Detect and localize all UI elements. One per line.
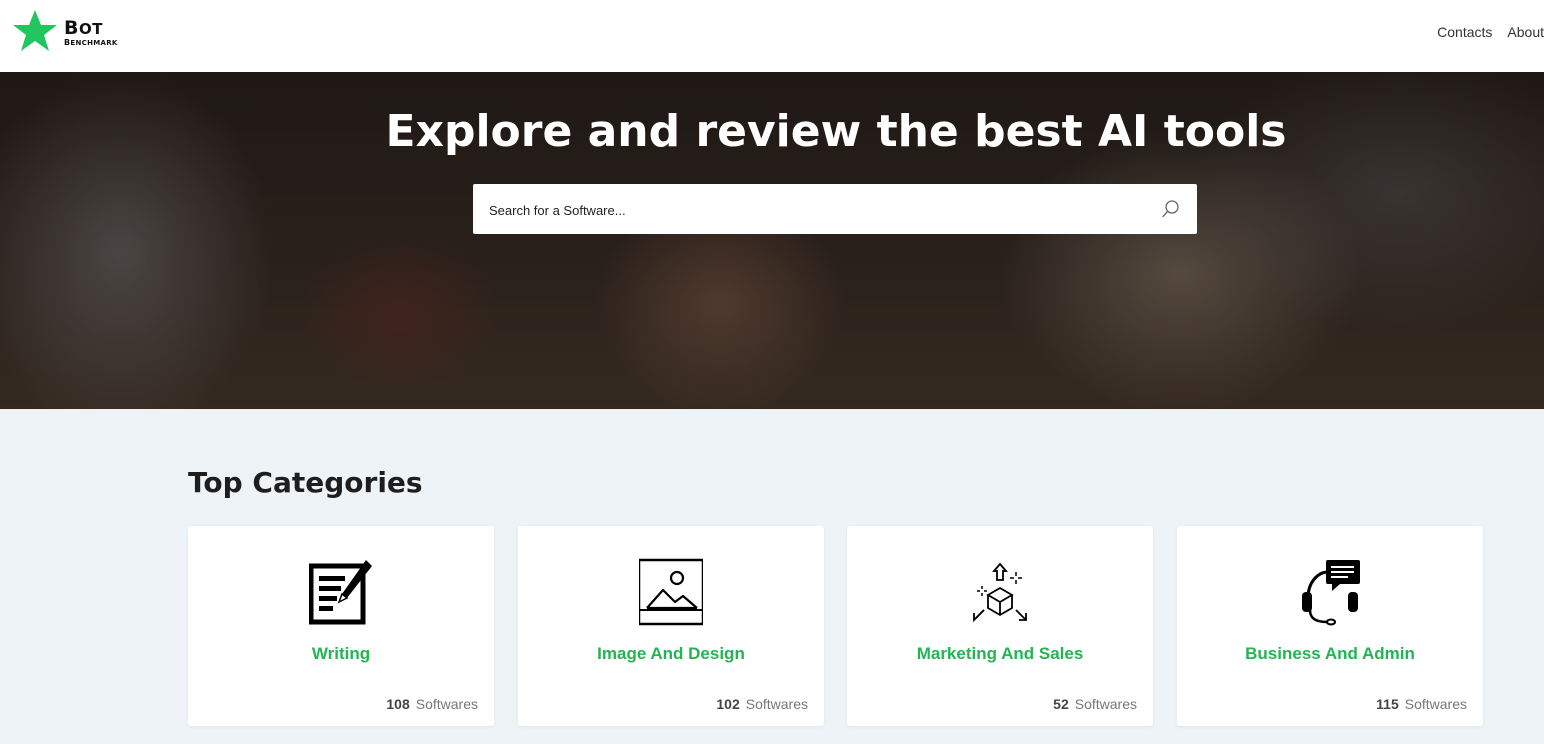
- search-icon[interactable]: [1161, 199, 1181, 219]
- category-card-business-and-admin[interactable]: Business And Admin 115 Softwares: [1177, 526, 1483, 726]
- logo-text-top: BOT: [64, 17, 103, 39]
- nav-about-link[interactable]: About: [1507, 24, 1544, 40]
- count-unit: Softwares: [415, 696, 478, 712]
- category-count: 52 Softwares: [1053, 696, 1137, 712]
- top-nav: Contacts About: [1437, 24, 1544, 40]
- image-icon: [639, 558, 703, 626]
- category-label: Writing: [311, 644, 371, 663]
- search-box: [473, 184, 1197, 236]
- hero-title: Explore and review the best AI tools: [385, 106, 1287, 157]
- search-input[interactable]: [487, 184, 1151, 236]
- category-card-writing[interactable]: Writing 108 Softwares: [188, 526, 494, 726]
- category-label: Image And Design: [597, 644, 745, 663]
- category-count: 115 Softwares: [1376, 696, 1467, 712]
- category-label: Marketing And Sales: [916, 644, 1084, 663]
- hero-banner: Explore and review the best AI tools: [0, 72, 1544, 409]
- count-unit: Softwares: [1074, 696, 1137, 712]
- nav-contacts-link[interactable]: Contacts: [1437, 24, 1492, 40]
- category-card-marketing-and-sales[interactable]: Marketing And Sales 52 Softwares: [847, 526, 1153, 726]
- count-number: 102: [716, 696, 740, 712]
- logo-text-bottom: BENCHMARK: [64, 38, 118, 47]
- marketing-icon: [973, 562, 1027, 623]
- category-count: 102 Softwares: [716, 696, 808, 712]
- category-card-image-and-design[interactable]: Image And Design 102 Softwares: [518, 526, 824, 726]
- category-count: 108 Softwares: [386, 696, 478, 712]
- section-title: Top Categories: [188, 466, 423, 499]
- headset-icon: [1302, 560, 1360, 626]
- category-label: Business And Admin: [1245, 644, 1415, 663]
- count-unit: Softwares: [1404, 696, 1467, 712]
- count-number: 115: [1376, 696, 1399, 712]
- site-header: BOT BENCHMARK Contacts About: [0, 0, 1544, 72]
- logo[interactable]: BOT BENCHMARK: [12, 8, 142, 56]
- count-number: 108: [386, 696, 410, 712]
- count-number: 52: [1053, 696, 1069, 712]
- count-unit: Softwares: [745, 696, 808, 712]
- star-icon: [13, 10, 57, 51]
- writing-icon: [309, 560, 372, 625]
